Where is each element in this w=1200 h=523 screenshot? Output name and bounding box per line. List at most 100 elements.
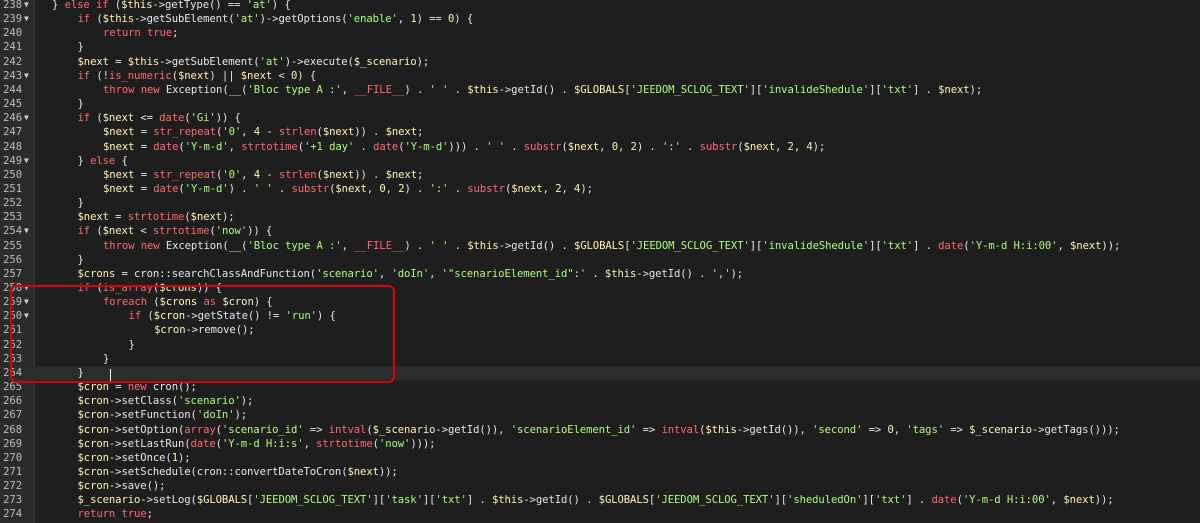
code-token: ->remove(); [185,324,255,337]
code-token: = [134,140,154,153]
fold-toggle-icon[interactable]: ▼ [24,154,32,168]
code-token: ':' [661,140,681,153]
code-token: 'invalideShedule' [762,83,870,96]
code-line[interactable]: 255 throw new Exception(__('Bloc type A :… [0,239,1200,253]
fold-toggle-icon[interactable]: ▼ [24,69,32,83]
code-token: is_array [102,282,153,294]
code-line[interactable]: 264} [0,365,1200,380]
code-line[interactable]: 259 ▼ foreach ($crons as $cron) { [0,295,1200,309]
code-token: ); [969,83,983,96]
code-token: )); [378,465,398,478]
code-token: array [184,423,216,436]
code-token: $this [127,55,160,68]
code-token: $cron [77,395,109,408]
code-line[interactable]: 252} [0,196,1200,210]
code-line[interactable]: 246 ▼ if ($next <= date('Gi')) { [0,111,1200,125]
code-line[interactable]: 243 ▼ if (!is_numeric($next) || $next < 0)… [0,69,1200,83]
fold-toggle-icon[interactable]: ▼ [24,111,32,125]
code-line[interactable]: 257 $crons = cron::searchClassAndFunction… [0,267,1200,281]
code-line[interactable]: 240 return true; [0,26,1200,40]
code-token: , [542,182,556,195]
code-token: if [77,112,91,125]
code-line[interactable]: 258 ▼ if (is_array($crons)) { [0,281,1200,295]
code-token: ; [172,27,179,40]
code-line[interactable]: 248 $next = date('Y-m-d', strtotime('+1 d… [0,140,1200,154]
code-token: '+1 day' [303,140,355,153]
code-token: ] . [466,494,492,507]
fold-toggle-icon[interactable]: ▼ [24,281,32,295]
code-line[interactable]: 265 $cron = new cron(); [0,380,1200,394]
code-editor[interactable]: 238 ▼} else if ($this->getType() == 'at')… [0,0,1200,523]
code-token: } [77,98,84,111]
code-line[interactable]: 274 return true; [0,507,1200,521]
code-token: 'Bloc type A :' [247,239,342,252]
code-token: $_scenario [77,494,141,507]
code-token: $this [604,267,637,280]
code-token: if [77,225,91,238]
code-line[interactable]: 241} [0,40,1200,54]
code-token: ][ [749,83,763,96]
code-token: ][ [749,239,763,252]
code-line[interactable]: 251 $next = date('Y-m-d') . ' ' . substr(… [0,182,1200,196]
code-token: 'Y-m-d' [184,140,229,153]
code-token: ][ [862,494,875,507]
code-token: else [90,154,116,167]
code-token: throw new [103,83,160,96]
fold-toggle-icon[interactable]: ▼ [24,12,32,26]
code-line[interactable]: 253 $next = strtotime($next); [0,210,1200,224]
code-token: ':' [429,182,449,195]
code-token: ) == [416,13,448,26]
code-line[interactable]: 261 $cron->remove(); [0,323,1200,337]
code-line[interactable]: 239 ▼ if ($this->getSubElement('at')->getO… [0,12,1200,26]
fold-toggle-icon[interactable]: ▼ [24,224,32,238]
code-token: ) { [271,0,291,11]
code-token: cron(); [146,381,197,394]
code-token: - [260,168,279,181]
code-line[interactable]: 256} [0,253,1200,267]
code-line[interactable]: 269 $cron->setLastRun(date('Y-m-d H:i:s',… [0,437,1200,451]
code-token: <= [134,112,160,125]
code-token: )) { [215,112,241,125]
code-token: ) . [228,182,254,195]
code-token: date [190,437,216,450]
code-line[interactable]: 254 ▼ if ($next < strtotime('now')) { [0,224,1200,238]
code-line[interactable]: 238 ▼} else if ($this->getType() == 'at')… [0,0,1200,12]
fold-toggle-icon[interactable]: ▼ [24,309,32,323]
line-number: 254 [3,225,22,238]
code-line[interactable]: 267 $cron->setFunction('doIn'); [0,408,1200,422]
code-line[interactable]: 245} [0,97,1200,111]
code-line[interactable]: 262} [0,338,1200,352]
code-token: . [448,182,468,195]
line-number: 255 [3,239,22,252]
code-line[interactable]: 271 $cron->setSchedule(cron::convertDateT… [0,465,1200,479]
code-line[interactable]: 268 $cron->setOption(array('scenario_id' … [0,423,1200,437]
code-token: } [128,338,135,351]
code-token: ->getId() . [498,83,574,96]
code-line[interactable]: 272 $cron->save(); [0,479,1200,493]
fold-toggle-icon[interactable]: ▼ [24,295,32,309]
code-line[interactable]: 249 ▼} else { [0,154,1200,168]
code-line[interactable]: 250 $next = str_repeat('0', 4 - strlen($n… [0,168,1200,182]
code-token: => [862,423,888,436]
code-token: ][ [869,239,882,252]
code-line[interactable]: 273 $_scenario->setLog($GLOBALS['JEEDOM_S… [0,493,1200,507]
fold-toggle-icon[interactable]: ▼ [24,0,32,12]
code-token: $GLOBALS [573,239,625,252]
line-number: 263 [3,352,22,365]
code-token: } [52,0,65,11]
code-token: date [938,239,964,252]
code-line[interactable]: 244 throw new Exception(__('Bloc type A :… [0,83,1200,97]
code-line[interactable]: 270 $cron->setOnce(1); [0,451,1200,465]
code-line[interactable]: 260 ▼ if ($cron->getState() != 'run') { [0,309,1200,323]
code-line[interactable]: 247 $next = str_repeat('0', 4 - strlen($n… [0,125,1200,139]
code-line[interactable]: 263} [0,352,1200,366]
code-token: , [429,267,442,280]
code-line[interactable]: 266 $cron->setClass('scenario'); [0,394,1200,408]
code-token: )) { [196,282,222,294]
code-token: => [636,423,662,436]
code-token: 'doIn' [391,267,430,280]
code-line[interactable]: 242 $next = $this->getSubElement('at')->e… [0,55,1200,69]
code-token: $next [743,140,775,153]
code-token: $next [322,168,355,181]
code-text: $next = strtotime($next); [78,210,235,224]
